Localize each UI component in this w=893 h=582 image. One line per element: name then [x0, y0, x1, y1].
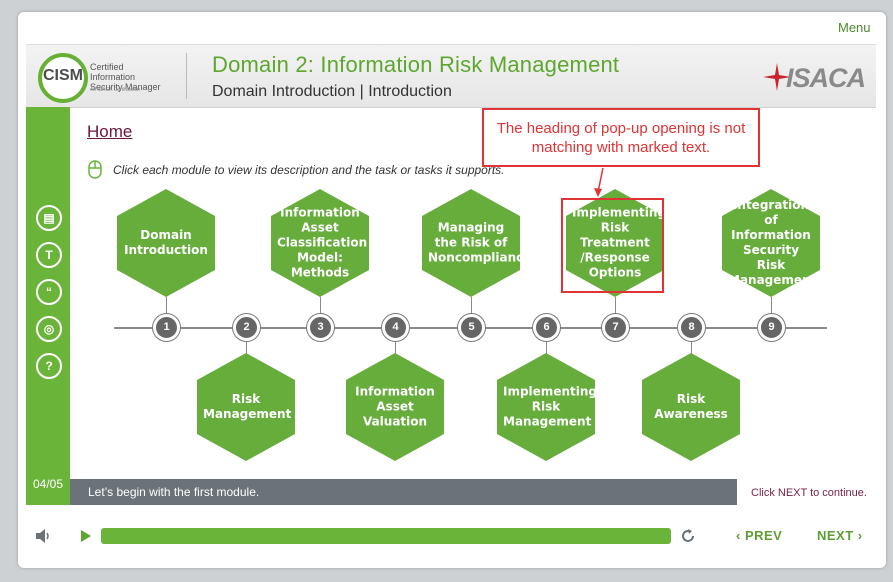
connector-line	[546, 340, 547, 354]
volume-icon[interactable]	[35, 529, 51, 543]
connector-line	[166, 297, 167, 315]
connector-line	[320, 297, 321, 315]
module-node-6[interactable]: 6	[533, 314, 560, 341]
next-label: NEXT	[817, 528, 854, 543]
page-title: Domain 2: Information Risk Management	[212, 52, 620, 77]
replay-icon[interactable]	[680, 528, 696, 544]
menu-link[interactable]: Menu	[838, 20, 871, 35]
next-button[interactable]: NEXT ›	[817, 528, 863, 543]
isaca-logo: ISACA	[762, 59, 872, 95]
notes-icon[interactable]: ▤	[36, 205, 62, 231]
module-title: Risk Awareness	[654, 392, 728, 421]
module-title: Domain Introduction	[124, 228, 208, 257]
layers-icon[interactable]: ◎	[36, 316, 62, 342]
prev-label: PREV	[744, 528, 783, 543]
module-title: Managing the Risk of Noncompliance	[428, 220, 532, 265]
mouse-icon	[88, 160, 102, 179]
page-subtitle: Domain Introduction | Introduction	[212, 83, 452, 100]
cism-logo-acronym: CISM	[43, 67, 83, 84]
course-header: CISM Certified Information Security Mana…	[26, 44, 876, 108]
module-node-5[interactable]: 5	[458, 314, 485, 341]
module-node-3[interactable]: 3	[307, 314, 334, 341]
quote-icon[interactable]: “	[36, 279, 62, 305]
module-title: Implementing Risk Treatment /Response Op…	[572, 205, 666, 280]
instruction-text: Click each module to view its descriptio…	[113, 163, 505, 177]
connector-line	[691, 340, 692, 354]
connector-line	[771, 297, 772, 315]
header-divider	[186, 53, 187, 99]
help-icon[interactable]: ?	[36, 353, 62, 379]
transcript-icon[interactable]: T	[36, 242, 62, 268]
progress-fill	[101, 528, 671, 544]
sidebar: ▤ T “ ◎ ? 04/05	[26, 107, 70, 505]
module-title: Risk Management	[203, 392, 292, 421]
connector-line	[615, 297, 616, 315]
module-title: Information Asset Classification Model: …	[277, 205, 368, 280]
callout-arrow-icon	[594, 168, 604, 197]
chevron-left-icon: ‹	[736, 528, 745, 543]
module-node-2[interactable]: 2	[233, 314, 260, 341]
module-node-8[interactable]: 8	[678, 314, 705, 341]
cism-logo: CISM Certified Information Security Mana…	[38, 51, 188, 103]
module-node-4[interactable]: 4	[382, 314, 409, 341]
continue-hint: Click NEXT to continue.	[751, 487, 867, 499]
page-indicator: 04/05	[32, 477, 64, 491]
review-callout: The heading of pop-up opening is not mat…	[482, 108, 760, 167]
play-icon[interactable]	[80, 529, 92, 543]
connector-line	[471, 297, 472, 315]
module-title: Information Asset Valuation	[355, 384, 435, 429]
connector-line	[246, 340, 247, 354]
module-title: Integration of Information Security Risk…	[728, 198, 817, 287]
module-title: Implementing Risk Management	[503, 384, 597, 429]
connector-line	[395, 340, 396, 354]
module-node-1[interactable]: 1	[153, 314, 180, 341]
chevron-right-icon: ›	[853, 528, 863, 543]
module-node-7[interactable]: 7	[602, 314, 629, 341]
status-text: Let’s begin with the first module.	[88, 485, 260, 499]
module-node-9[interactable]: 9	[758, 314, 785, 341]
isaca-wordmark: ISACA	[786, 63, 866, 93]
prev-button[interactable]: ‹ PREV	[736, 528, 782, 543]
status-bar: Let’s begin with the first module.	[70, 479, 737, 505]
home-link[interactable]: Home	[87, 122, 132, 142]
progress-bar[interactable]	[101, 528, 671, 544]
cism-logo-tagline: An ISACA Certification	[90, 87, 141, 93]
